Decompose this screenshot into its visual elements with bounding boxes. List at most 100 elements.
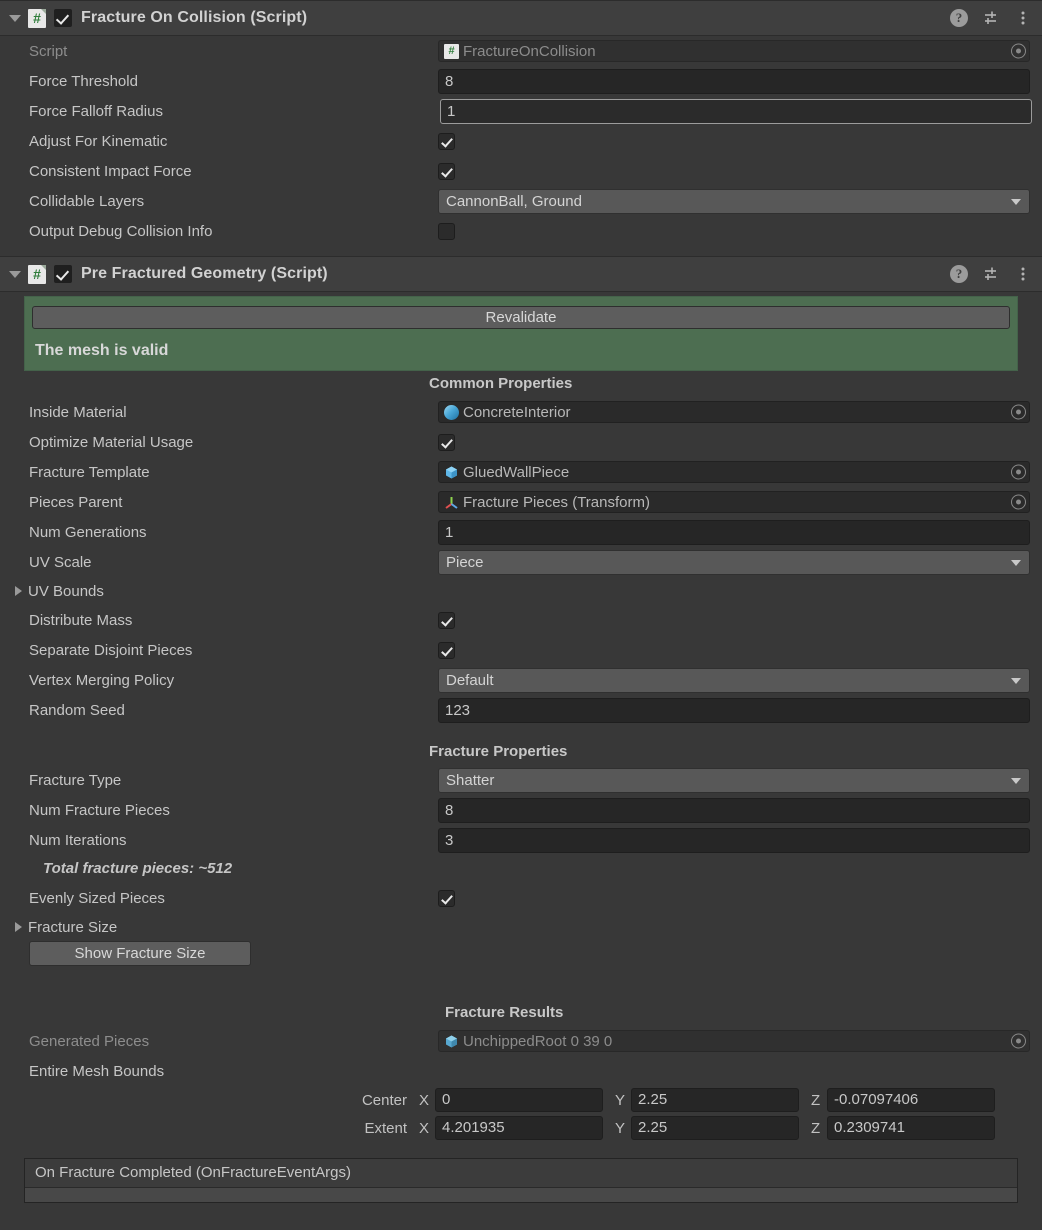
optimize-material-usage-checkbox[interactable] — [438, 433, 455, 451]
inside-material-object-field[interactable]: ConcreteInterior — [438, 401, 1030, 423]
component-header-fracture-on-collision[interactable]: # Fracture On Collision (Script) ? — [0, 0, 1042, 36]
field-label: Separate Disjoint Pieces — [29, 641, 193, 659]
axis-label-z: Z — [811, 1119, 821, 1137]
help-icon[interactable]: ? — [950, 265, 968, 283]
field-label: Script — [29, 42, 68, 60]
preset-icon[interactable] — [982, 9, 1000, 27]
script-icon: # — [444, 43, 459, 59]
field-label: Inside Material — [29, 403, 127, 421]
on-fracture-completed-event-box: On Fracture Completed (OnFractureEventAr… — [24, 1158, 1018, 1203]
more-menu-icon[interactable] — [1014, 265, 1032, 283]
generated-pieces-object-field[interactable]: UnchippedRoot 0 39 0 — [438, 1030, 1030, 1052]
component-foldout-icon[interactable] — [8, 267, 22, 281]
field-label: Generated Pieces — [29, 1032, 150, 1050]
event-list-body[interactable] — [25, 1188, 1017, 1202]
field-row-fracture-size[interactable]: Fracture Size — [0, 913, 1042, 941]
chevron-right-icon[interactable] — [12, 585, 24, 597]
field-row-separate-disjoint-pieces: Separate Disjoint Pieces — [0, 635, 1042, 665]
component-header-pre-fractured-geometry[interactable]: # Pre Fractured Geometry (Script) ? — [0, 256, 1042, 292]
force-falloff-radius-input[interactable]: 1 — [440, 98, 1032, 124]
bounds-center-x-input[interactable]: 0 — [435, 1088, 603, 1112]
field-value: 8 — [445, 801, 454, 819]
bounds-extent-row: Extent X 4.201935 Y 2.25 Z 0.2309741 — [0, 1114, 1042, 1142]
field-value: 1 — [445, 523, 454, 541]
object-picker-icon[interactable] — [1011, 464, 1026, 480]
chevron-right-icon[interactable] — [12, 921, 24, 933]
field-value: FractureOnCollision — [463, 42, 596, 60]
bounds-extent-z-input[interactable]: 0.2309741 — [827, 1116, 995, 1140]
field-row-random-seed: Random Seed 123 — [0, 695, 1042, 725]
field-label: Adjust For Kinematic — [29, 132, 168, 150]
prefab-icon — [444, 465, 459, 480]
adjust-for-kinematic-checkbox[interactable] — [438, 132, 455, 150]
field-label: Collidable Layers — [29, 192, 145, 210]
component-body-pre-fractured-geometry: Revalidate The mesh is valid Common Prop… — [0, 296, 1042, 1203]
field-row-uv-scale: UV Scale Piece — [0, 547, 1042, 577]
field-row-optimize-material-usage: Optimize Material Usage — [0, 427, 1042, 457]
object-picker-icon[interactable] — [1011, 1033, 1026, 1049]
component-enable-checkbox[interactable] — [54, 9, 72, 27]
field-label: Force Falloff Radius — [29, 102, 163, 120]
collidable-layers-dropdown[interactable]: CannonBall, Ground — [438, 188, 1030, 214]
field-label: Entire Mesh Bounds — [29, 1062, 165, 1080]
field-label: Force Threshold — [29, 72, 138, 90]
axis-label-y: Y — [615, 1119, 626, 1137]
component-enable-checkbox[interactable] — [54, 265, 72, 283]
component-title: Pre Fractured Geometry (Script) — [81, 265, 328, 282]
field-label: Fracture Type — [29, 771, 122, 789]
evenly-sized-pieces-checkbox[interactable] — [438, 889, 455, 907]
more-menu-icon[interactable] — [1014, 9, 1032, 27]
separate-disjoint-pieces-checkbox[interactable] — [438, 641, 455, 659]
field-value: GluedWallPiece — [463, 463, 570, 481]
axis-label-x: X — [419, 1091, 430, 1109]
uv-scale-dropdown[interactable]: Piece — [438, 549, 1030, 575]
field-label: Output Debug Collision Info — [29, 222, 213, 240]
field-row-consistent-impact-force: Consistent Impact Force — [0, 156, 1042, 186]
help-icon[interactable]: ? — [950, 9, 968, 27]
bounds-extent-y-input[interactable]: 2.25 — [631, 1116, 799, 1140]
field-value: UnchippedRoot 0 39 0 — [463, 1032, 613, 1050]
field-label: Pieces Parent — [29, 493, 123, 511]
field-row-fracture-template: Fracture Template GluedWallPiece — [0, 457, 1042, 487]
fracture-type-dropdown[interactable]: Shatter — [438, 767, 1030, 793]
object-picker-icon[interactable] — [1011, 494, 1026, 510]
component-foldout-icon[interactable] — [8, 11, 22, 25]
field-row-evenly-sized-pieces: Evenly Sized Pieces — [0, 883, 1042, 913]
field-row-uv-bounds[interactable]: UV Bounds — [0, 577, 1042, 605]
bounds-extent-x-input[interactable]: 4.201935 — [435, 1116, 603, 1140]
revalidate-button[interactable]: Revalidate — [32, 306, 1010, 329]
component-title: Fracture On Collision (Script) — [81, 9, 308, 26]
material-icon — [444, 404, 459, 420]
random-seed-input[interactable]: 123 — [438, 697, 1030, 723]
field-row-entire-mesh-bounds: Entire Mesh Bounds — [0, 1056, 1042, 1086]
show-fracture-size-button[interactable]: Show Fracture Size — [29, 941, 251, 966]
consistent-impact-force-checkbox[interactable] — [438, 162, 455, 180]
num-fracture-pieces-input[interactable]: 8 — [438, 797, 1030, 823]
force-threshold-input[interactable]: 8 — [438, 68, 1030, 94]
field-value: 8 — [445, 72, 454, 90]
chevron-down-icon — [1011, 560, 1021, 566]
field-row-fracture-type: Fracture Type Shatter — [0, 765, 1042, 795]
num-generations-input[interactable]: 1 — [438, 519, 1030, 545]
distribute-mass-checkbox[interactable] — [438, 611, 455, 629]
script-file-icon: # — [28, 8, 46, 28]
object-picker-icon[interactable] — [1011, 43, 1026, 59]
transform-icon — [444, 495, 459, 510]
chevron-down-icon — [1011, 778, 1021, 784]
fracture-template-object-field[interactable]: GluedWallPiece — [438, 461, 1030, 483]
output-debug-collision-info-checkbox[interactable] — [438, 222, 455, 240]
field-label: UV Bounds — [28, 582, 104, 600]
field-label: UV Scale — [29, 553, 92, 571]
bounds-center-label: Center — [361, 1091, 407, 1109]
gameobject-icon — [444, 1034, 459, 1049]
num-iterations-input[interactable]: 3 — [438, 827, 1030, 853]
field-row-force-falloff-radius: Force Falloff Radius 1 — [0, 96, 1042, 126]
bounds-center-z-input[interactable]: -0.07097406 — [827, 1088, 995, 1112]
script-object-field[interactable]: # FractureOnCollision — [438, 40, 1030, 62]
event-title: On Fracture Completed (OnFractureEventAr… — [25, 1159, 1017, 1188]
pieces-parent-object-field[interactable]: Fracture Pieces (Transform) — [438, 491, 1030, 513]
vertex-merging-policy-dropdown[interactable]: Default — [438, 667, 1030, 693]
preset-icon[interactable] — [982, 265, 1000, 283]
bounds-center-y-input[interactable]: 2.25 — [631, 1088, 799, 1112]
object-picker-icon[interactable] — [1011, 404, 1026, 420]
